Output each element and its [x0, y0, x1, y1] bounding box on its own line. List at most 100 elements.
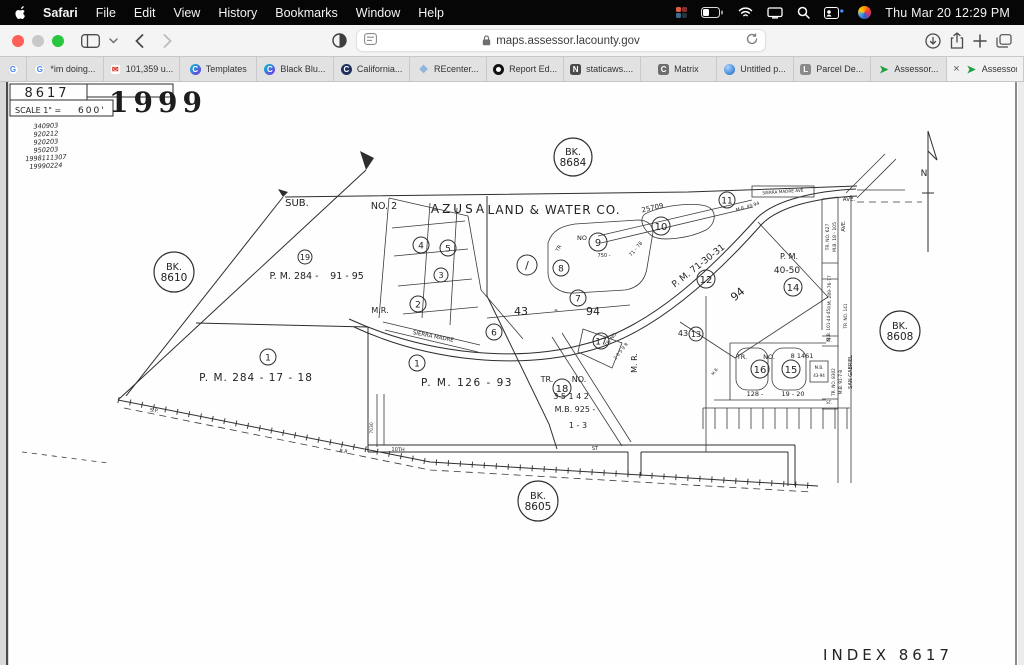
canva-favicon: C [264, 64, 275, 75]
menu-history[interactable]: History [209, 6, 266, 20]
wifi-icon[interactable] [738, 7, 753, 18]
tab-label: Matrix [674, 64, 699, 74]
map-label: P. M. 126 - 93 [421, 377, 513, 389]
menu-bookmarks[interactable]: Bookmarks [266, 6, 347, 20]
tab-report-ed-[interactable]: Report Ed... [487, 57, 564, 81]
tab--im-doing-[interactable]: G*im doing... [27, 57, 104, 81]
map-label: NO. 2 [371, 201, 397, 212]
tab-close-icon[interactable]: × [953, 64, 959, 75]
reader-options-icon[interactable] [364, 32, 377, 50]
tab-101-359-u-[interactable]: ✉101,359 u... [104, 57, 181, 81]
search-icon[interactable] [797, 6, 810, 19]
parcel-number: 16 [754, 365, 767, 376]
tab-assessor-[interactable]: ➤Assessor... [871, 57, 948, 81]
tab-parcel-de-[interactable]: LParcel De... [794, 57, 871, 81]
map-label: 40-50 [774, 266, 800, 276]
reload-icon[interactable] [746, 32, 758, 50]
forward-button[interactable] [163, 34, 172, 48]
map-label: M.B. 101-44-45 [826, 309, 831, 341]
tab-pinned-google[interactable]: G [0, 57, 27, 81]
menu-view[interactable]: View [164, 6, 209, 20]
canva-favicon: C [190, 64, 201, 75]
sidebar-toggle-icon[interactable] [81, 34, 100, 48]
parcel-linework [22, 131, 937, 492]
zoom-window-button[interactable] [52, 35, 64, 47]
map-label: M. R. [630, 353, 639, 373]
parcel-number: 18 [556, 384, 569, 395]
page-right-shadow [1018, 82, 1024, 665]
black-circle-favicon [493, 64, 504, 75]
map-label: 94 [728, 285, 747, 304]
menu-bar-clock: Thu Mar 20 12:29 PM [885, 6, 1010, 20]
canva-dark-favicon: C [341, 64, 352, 75]
tab-staticaws-[interactable]: Nstaticaws.... [564, 57, 641, 81]
minimize-window-button[interactable] [32, 35, 44, 47]
letter-n-favicon: N [570, 64, 581, 75]
map-label: SIERRA MADRE [412, 330, 454, 344]
map-labels: 8617SCALE 1" =600'1999INDEX 8617SUB.NO. … [15, 86, 953, 664]
close-window-button[interactable] [12, 35, 24, 47]
book-circle-number: 8608 [887, 331, 914, 343]
map-label: ST. [826, 400, 832, 405]
map-label: TR. [736, 353, 747, 361]
google-favicon: G [8, 64, 19, 75]
menu-edit[interactable]: Edit [125, 6, 165, 20]
tab-recenter-[interactable]: ❖REcenter... [410, 57, 487, 81]
page-appearance-icon[interactable] [332, 33, 347, 48]
assessor-green-favicon: ➤ [966, 64, 977, 75]
tab-black-blu-[interactable]: CBlack Blu... [257, 57, 334, 81]
scale-value: 600' [78, 106, 106, 116]
map-label: P. M. [780, 252, 798, 261]
map-label: TR [554, 244, 563, 254]
parcel-number: 6 [491, 328, 497, 338]
parcel-number: 11 [721, 196, 732, 206]
downloads-icon[interactable] [925, 33, 941, 49]
map-label: TR. [540, 375, 554, 384]
tab-matrix[interactable]: CMatrix [641, 57, 718, 81]
map-label: 7030 [369, 422, 375, 434]
map-label: M.B. 925 - [555, 405, 596, 414]
menu-safari[interactable]: Safari [43, 6, 87, 20]
menu-window[interactable]: Window [347, 6, 409, 20]
display-icon[interactable] [767, 7, 783, 19]
new-tab-icon[interactable] [973, 34, 987, 48]
map-label: P.M. 289-76-77 [827, 275, 833, 309]
menu-file[interactable]: File [87, 6, 125, 20]
map-label: M.R. 43-94 [735, 201, 760, 214]
address-bar[interactable]: maps.assessor.lacounty.gov [356, 29, 766, 52]
map-label: S.P. [149, 408, 159, 415]
parcel-number: 12 [700, 275, 713, 286]
browser-app-icon[interactable] [858, 6, 871, 19]
tab-overview-icon[interactable] [996, 34, 1012, 48]
sidebar-chevron-icon[interactable] [109, 38, 118, 44]
menu-items: FileEditViewHistoryBookmarksWindowHelp [87, 6, 453, 20]
tab-label: Assessor... [894, 64, 938, 74]
parcel-number: 1 [265, 353, 271, 363]
map-label: 71 - 78 [628, 241, 644, 258]
battery-icon[interactable] [701, 7, 724, 18]
map-label: M.B. 18 - 105 [832, 222, 838, 252]
map-label: M.B. 91-7-8 [838, 370, 843, 394]
parcel-number: 3 [438, 271, 443, 280]
page-left-shadow [0, 82, 5, 665]
parcel-number: 13 [691, 330, 701, 339]
tab-assessor-[interactable]: ×➤Assessor... [947, 57, 1024, 81]
back-button[interactable] [135, 34, 144, 48]
menu-help[interactable]: Help [409, 6, 453, 20]
tab-untitled-p-[interactable]: Untitled p... [717, 57, 794, 81]
user-switch-icon[interactable] [824, 7, 844, 19]
tab-label: Parcel De... [816, 64, 863, 74]
share-icon[interactable] [950, 32, 964, 49]
tab-california-[interactable]: CCalifornia... [334, 57, 411, 81]
google-favicon: G [34, 64, 45, 75]
map-label: M.B. [815, 365, 824, 370]
parcel-number: / [525, 259, 529, 272]
tab-templates[interactable]: CTemplates [180, 57, 257, 81]
map-label: R.R. [339, 448, 350, 456]
scale-label: SCALE 1" = [15, 106, 61, 115]
assessor-map-canvas[interactable]: 8617SCALE 1" =600'1999INDEX 8617SUB.NO. … [0, 82, 1024, 665]
tab-label: staticaws.... [586, 64, 633, 74]
app-grid-icon[interactable] [676, 7, 688, 19]
map-label: 91 - 95 [330, 271, 364, 282]
apple-menu-icon[interactable] [14, 5, 27, 20]
